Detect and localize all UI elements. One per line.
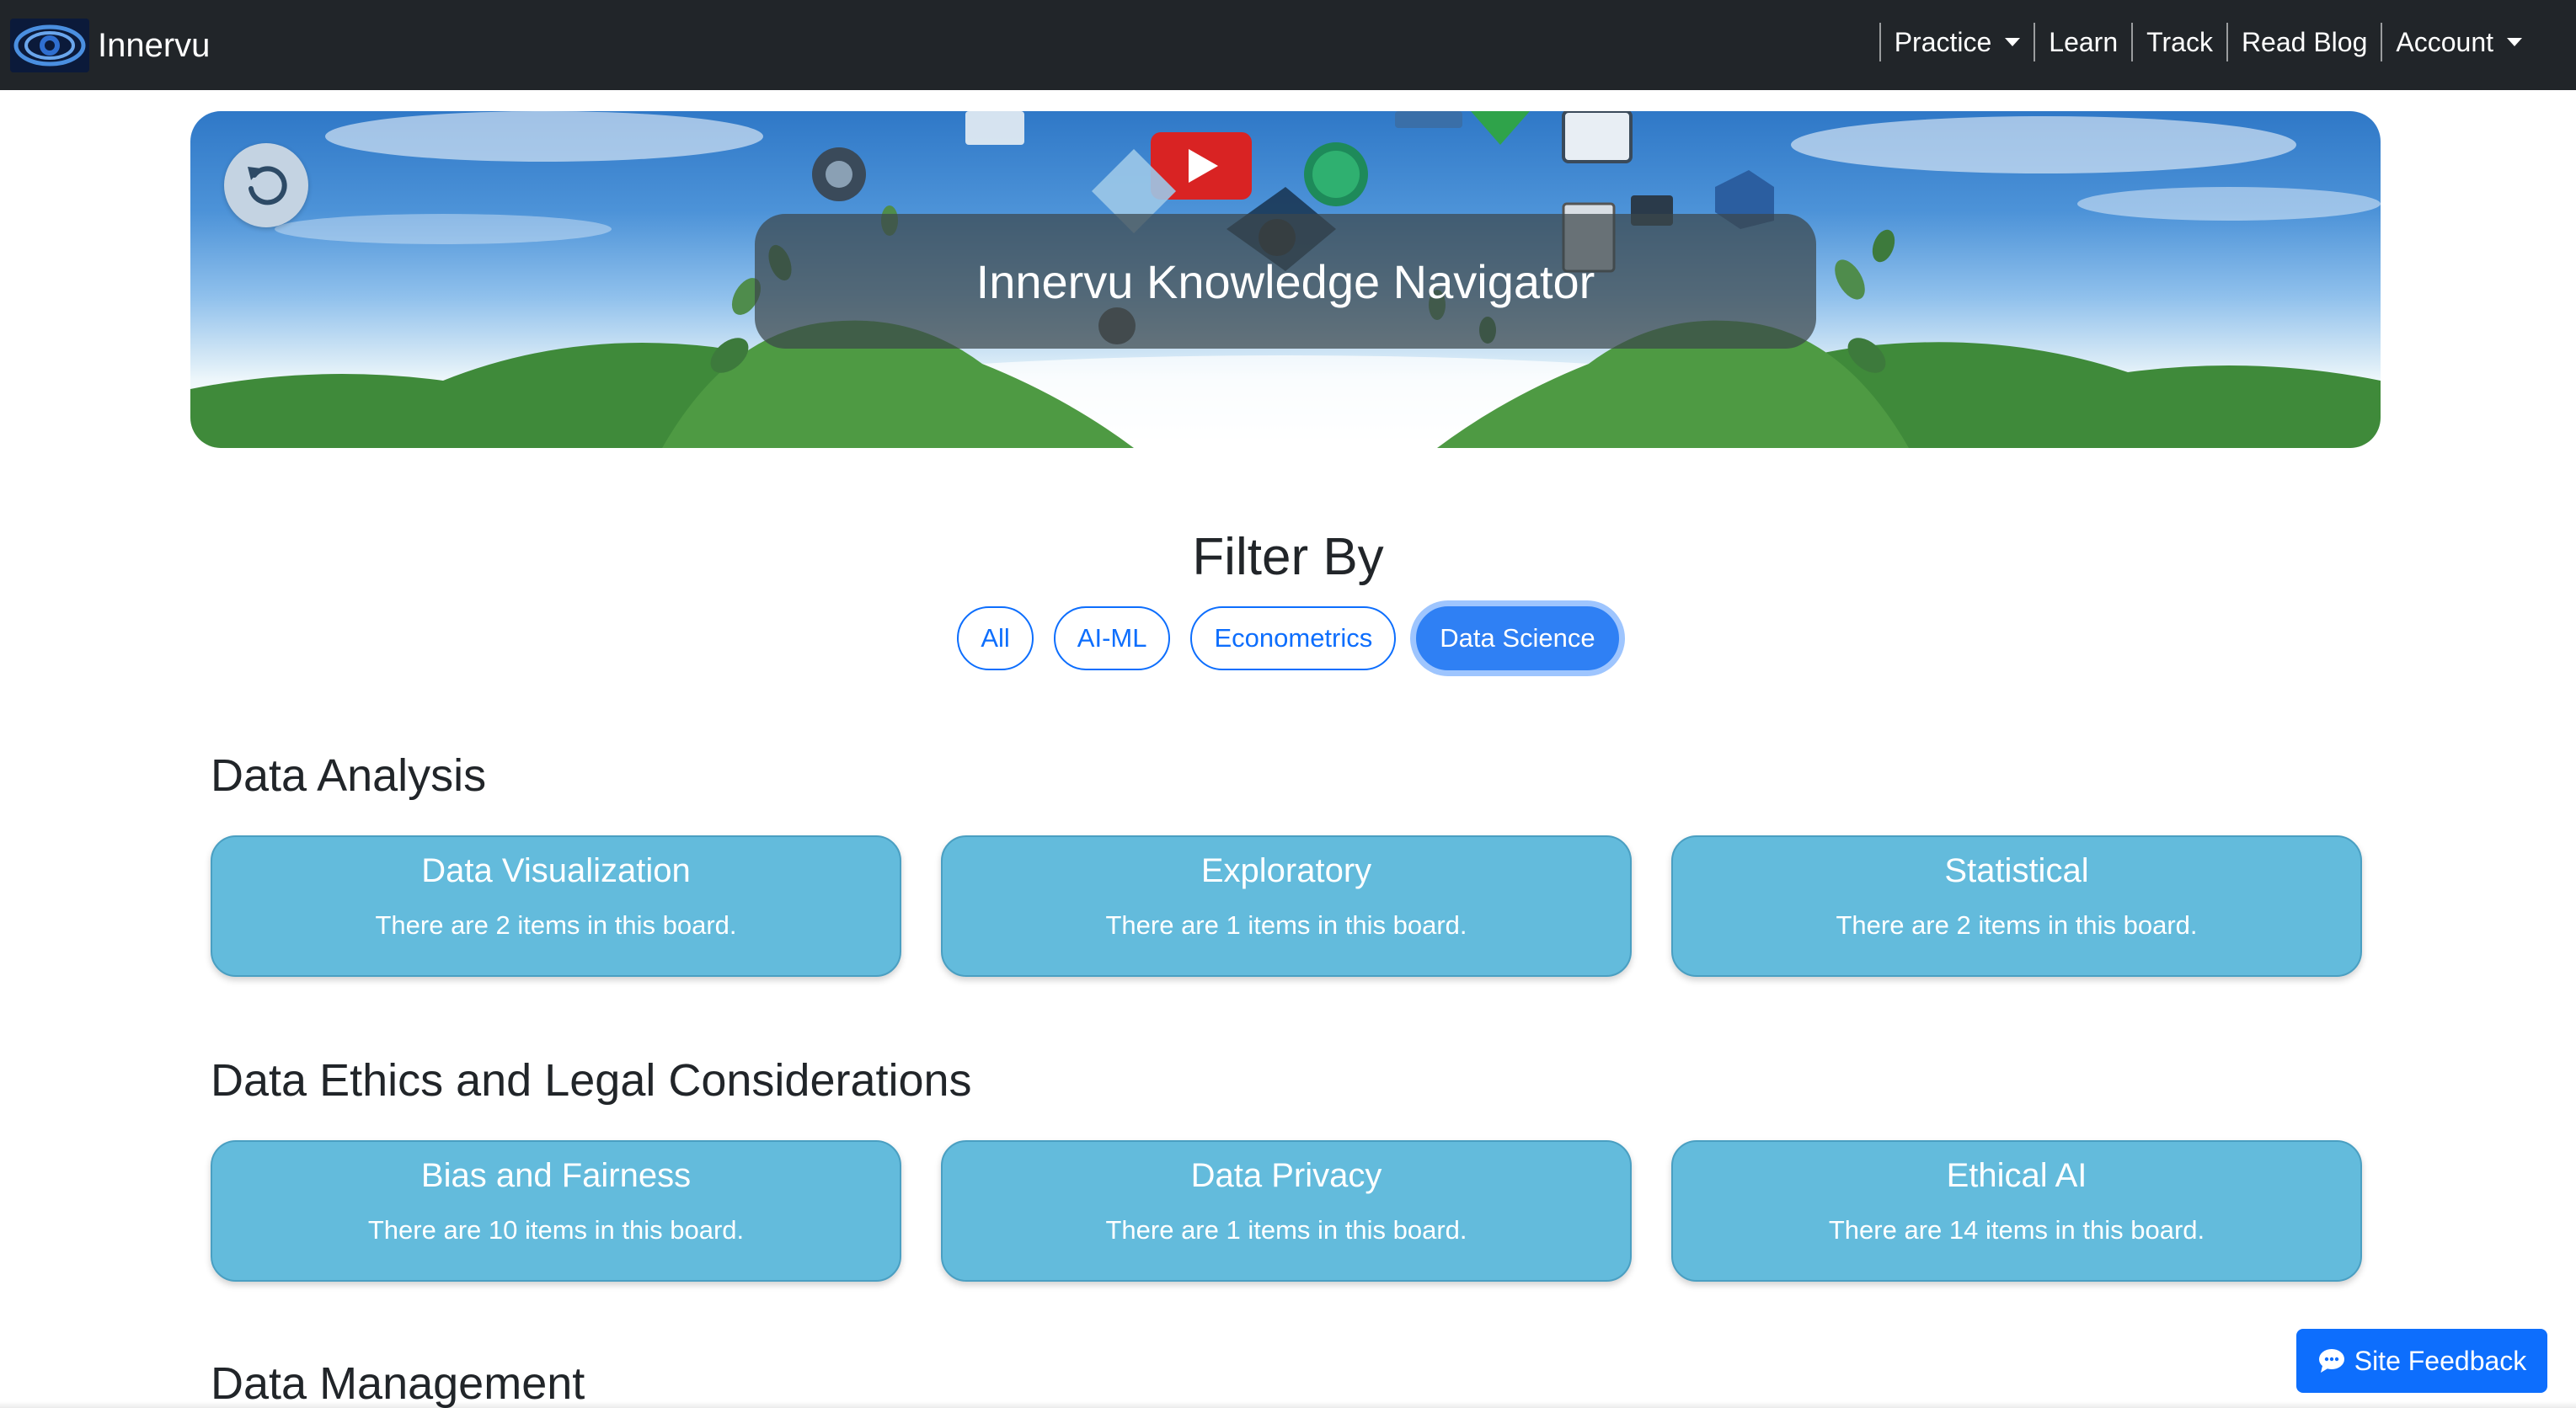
card-subtitle: There are 1 items in this board. xyxy=(1105,1215,1467,1245)
rotate-ccw-icon xyxy=(248,166,287,205)
site-feedback-label: Site Feedback xyxy=(2354,1345,2527,1376)
card-subtitle: There are 10 items in this board. xyxy=(367,1215,745,1245)
nav-practice-dropdown[interactable]: Practice xyxy=(1879,23,2034,61)
reset-button[interactable] xyxy=(224,143,308,227)
filter-all-button[interactable]: All xyxy=(957,606,1034,670)
filter-data-science-button[interactable]: Data Science xyxy=(1416,606,1619,670)
board-card[interactable]: Ethical AI There are 14 items in this bo… xyxy=(1671,1140,2362,1282)
chat-bubble-icon xyxy=(2318,1349,2344,1373)
top-navbar: Innervu Practice Learn Track Read Blog A… xyxy=(0,0,2576,90)
site-feedback-button[interactable]: Site Feedback xyxy=(2296,1329,2547,1393)
nav-account-label: Account xyxy=(2396,26,2493,57)
filter-pills: All AI-ML Econometrics Data Science xyxy=(0,606,2576,670)
nav-account-dropdown[interactable]: Account xyxy=(2381,23,2536,61)
section-title: Data Management xyxy=(211,1358,585,1408)
bottom-shadow xyxy=(0,1401,2576,1408)
brand-name: Innervu xyxy=(98,26,211,64)
card-title: Ethical AI xyxy=(1946,1157,2087,1194)
nav-practice-label: Practice xyxy=(1894,26,1992,57)
nav-track-link[interactable]: Track xyxy=(2131,23,2226,61)
hero-title-box: Innervu Knowledge Navigator xyxy=(755,214,1816,349)
caret-down-icon xyxy=(2005,38,2021,46)
card-title: Bias and Fairness xyxy=(420,1157,692,1194)
card-subtitle: There are 2 items in this board. xyxy=(1836,910,2198,940)
card-row: Bias and Fairness There are 10 items in … xyxy=(211,1140,2362,1282)
board-card[interactable]: Statistical There are 2 items in this bo… xyxy=(1671,835,2362,977)
brand-link[interactable]: Innervu xyxy=(10,12,210,79)
card-subtitle: There are 1 items in this board. xyxy=(1105,910,1467,940)
section-title: Data Ethics and Legal Considerations xyxy=(211,1055,972,1106)
hero-title: Innervu Knowledge Navigator xyxy=(975,254,1595,308)
board-card[interactable]: Bias and Fairness There are 10 items in … xyxy=(211,1140,901,1282)
card-subtitle: There are 2 items in this board. xyxy=(375,910,737,940)
card-title: Statistical xyxy=(1944,852,2089,889)
card-row: Data Visualization There are 2 items in … xyxy=(211,835,2362,977)
filter-heading: Filter By xyxy=(1192,528,1384,586)
card-title: Exploratory xyxy=(1200,852,1372,889)
eye-logo-icon xyxy=(10,19,89,72)
filter-ai-ml-button[interactable]: AI-ML xyxy=(1053,606,1171,670)
board-card[interactable]: Data Privacy There are 1 items in this b… xyxy=(941,1140,1632,1282)
caret-down-icon xyxy=(2507,38,2522,46)
board-card[interactable]: Data Visualization There are 2 items in … xyxy=(211,835,901,977)
card-subtitle: There are 14 items in this board. xyxy=(1828,1215,2205,1245)
section-title: Data Analysis xyxy=(211,750,487,801)
board-card[interactable]: Exploratory There are 1 items in this bo… xyxy=(941,835,1632,977)
nav-learn-link[interactable]: Learn xyxy=(2034,23,2131,61)
card-title: Data Visualization xyxy=(421,852,691,889)
nav-learn-label: Learn xyxy=(2049,26,2119,57)
nav-track-label: Track xyxy=(2146,26,2213,57)
card-title: Data Privacy xyxy=(1190,1157,1382,1194)
nav-read-blog-label: Read Blog xyxy=(2241,26,2368,57)
filter-econometrics-button[interactable]: Econometrics xyxy=(1190,606,1397,670)
hero-banner: Innervu Knowledge Navigator xyxy=(190,111,2381,448)
nav-read-blog-link[interactable]: Read Blog xyxy=(2226,23,2381,61)
nav-links: Practice Learn Track Read Blog Account xyxy=(1879,22,2536,62)
